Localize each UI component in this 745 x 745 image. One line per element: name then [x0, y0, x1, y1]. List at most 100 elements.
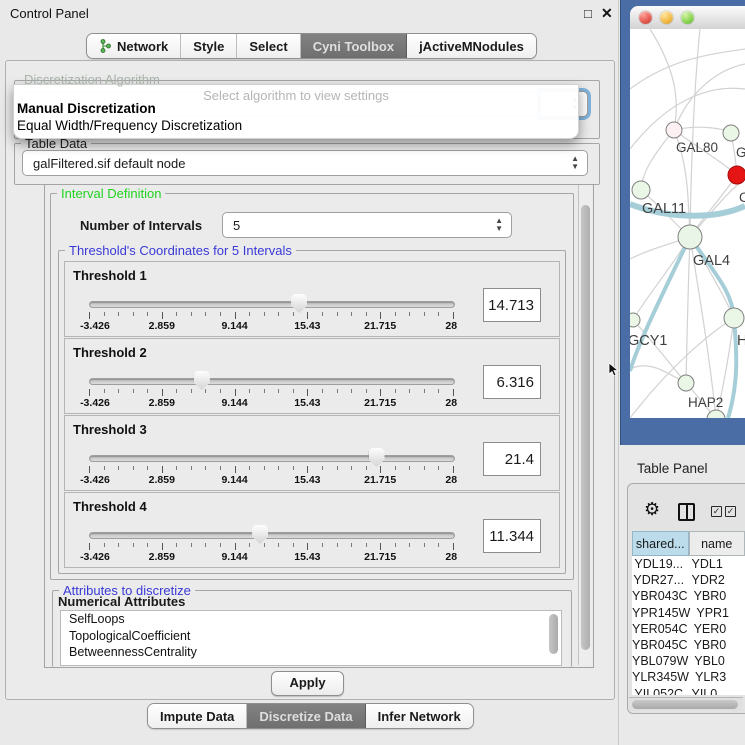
column-layout-icon[interactable]	[678, 503, 695, 521]
cell-shared-name[interactable]: YPR145W	[632, 606, 690, 620]
table-row[interactable]: YER054CYER0	[632, 621, 745, 637]
cell-shared-name[interactable]: YIL052C	[632, 687, 686, 695]
column-header-name[interactable]: name	[689, 531, 745, 556]
list-item[interactable]: BetweennessCentrality	[61, 644, 561, 661]
node-gal4[interactable]	[678, 225, 702, 249]
tick-mark	[235, 466, 236, 473]
slider-thumb[interactable]	[291, 294, 307, 313]
cell-name[interactable]: YDL1	[686, 557, 745, 571]
close-icon[interactable]: ✕	[601, 5, 613, 22]
scrollbar-thumb[interactable]	[581, 205, 590, 650]
cell-name[interactable]: YBR0	[688, 638, 745, 652]
table-row[interactable]: YBL079WYBL0	[632, 653, 745, 669]
tick-mark	[278, 389, 279, 393]
node-gal80[interactable]	[666, 122, 682, 138]
list-item[interactable]: SelfLoops	[61, 611, 561, 628]
tab-select[interactable]: Select	[237, 34, 300, 58]
cell-shared-name[interactable]: YER054C	[632, 622, 688, 636]
cell-name[interactable]: YER0	[688, 622, 745, 636]
cell-name[interactable]: YBR0	[688, 589, 745, 603]
scale-tick-label: 21.715	[364, 320, 396, 332]
node-red-selected[interactable]	[728, 166, 745, 184]
tab-discretize-data[interactable]: Discretize Data	[247, 704, 365, 728]
tab-style[interactable]: Style	[181, 34, 237, 58]
zoom-traffic-light-icon[interactable]	[681, 11, 694, 24]
node-partial-top[interactable]	[723, 125, 739, 141]
threshold-3-panel: Threshold 3 -3.4262.8599.14415.4321.7152…	[64, 415, 560, 491]
tab-network[interactable]: Network	[87, 34, 181, 58]
slider-thumb[interactable]	[252, 525, 268, 544]
threshold-1-slider[interactable]: -3.4262.8599.14415.4321.71528	[89, 292, 453, 332]
control-panel-tabbar: Network Style Select Cyni Toolbox jActiv…	[86, 33, 537, 59]
threshold-4-value-field[interactable]: 11.344	[483, 519, 541, 553]
apply-button[interactable]: Apply	[271, 671, 344, 696]
cell-shared-name[interactable]: YBL079W	[632, 654, 688, 668]
gear-icon[interactable]: ⚙	[644, 499, 660, 520]
scale-tick-label: 21.715	[364, 397, 396, 409]
threshold-2-value-field[interactable]: 6.316	[483, 365, 541, 399]
slider-track[interactable]	[89, 301, 455, 308]
cell-name[interactable]: YLR3	[689, 670, 745, 684]
slider-thumb[interactable]	[194, 371, 210, 390]
slider-track[interactable]	[89, 455, 455, 462]
vertical-scrollbar[interactable]	[578, 185, 592, 665]
cell-shared-name[interactable]: YBR043C	[632, 589, 688, 603]
tab-cyni-toolbox[interactable]: Cyni Toolbox	[301, 34, 407, 58]
table-row[interactable]: YDR27...YDR2	[632, 572, 745, 588]
threshold-4-slider[interactable]: -3.4262.8599.14415.4321.71528	[89, 523, 453, 563]
tab-impute-data[interactable]: Impute Data	[148, 704, 247, 728]
scale-tick-label: 15.43	[294, 397, 320, 409]
tab-infer-network[interactable]: Infer Network	[366, 704, 473, 728]
spinner-arrows-icon: ▲▼	[495, 217, 503, 233]
network-view-canvas[interactable]: GAL80 GA C GAL11 GAL4 GCY1 H HAP2	[630, 29, 745, 418]
table-row[interactable]: YIL052CYIL0	[632, 686, 745, 696]
node-gcy1[interactable]	[630, 313, 640, 327]
table-row[interactable]: YDL19...YDL1	[632, 556, 745, 572]
threshold-1-value-field[interactable]: 14.713	[483, 288, 541, 322]
node-h[interactable]	[724, 308, 744, 328]
scale-tick-label: 2.859	[149, 474, 175, 486]
minimize-traffic-light-icon[interactable]	[660, 11, 673, 24]
tick-mark	[176, 312, 177, 316]
cell-name[interactable]: YBL0	[688, 654, 745, 668]
tab-jactivemnodules[interactable]: jActiveMNodules	[407, 34, 536, 58]
tick-mark	[89, 466, 90, 473]
threshold-2-slider[interactable]: -3.4262.8599.14415.4321.71528	[89, 369, 453, 409]
numerical-attributes-list[interactable]: SelfLoops TopologicalCoefficient Between…	[60, 610, 562, 666]
cell-shared-name[interactable]: YLR345W	[632, 670, 689, 684]
threshold-3-slider[interactable]: -3.4262.8599.14415.4321.71528	[89, 446, 453, 486]
cell-shared-name[interactable]: YDL19...	[632, 557, 686, 571]
network-nodes[interactable]	[630, 122, 745, 418]
column-header-shared[interactable]: shared...	[632, 531, 689, 556]
close-traffic-light-icon[interactable]	[639, 11, 652, 24]
popup-item-manual-discretization[interactable]: Manual Discretization	[17, 101, 156, 116]
popup-item-equal-width[interactable]: Equal Width/Frequency Discretization	[17, 118, 242, 133]
horizontal-scrollbar[interactable]	[629, 697, 743, 711]
threshold-3-value-field[interactable]: 21.4	[483, 442, 541, 476]
slider-track[interactable]	[89, 378, 455, 385]
cell-name[interactable]: YIL0	[686, 687, 745, 695]
list-scrollbar-thumb[interactable]	[549, 614, 558, 654]
tick-mark	[366, 466, 367, 470]
table-data-combobox[interactable]: galFiltered.sif default node ▲▼	[22, 150, 588, 176]
checkbox-icon[interactable]: ✓	[711, 506, 722, 517]
table-row[interactable]: YLR345WYLR3	[632, 669, 745, 685]
cell-name[interactable]: YDR2	[686, 573, 745, 587]
tick-mark	[191, 543, 192, 547]
checkbox-icon[interactable]: ✓	[725, 506, 736, 517]
slider-thumb[interactable]	[369, 448, 385, 467]
number-of-intervals-spinner[interactable]: 5 ▲▼	[222, 212, 512, 238]
slider-track[interactable]	[89, 532, 455, 539]
table-row[interactable]: YBR043CYBR0	[632, 588, 745, 604]
cell-shared-name[interactable]: YDR27...	[632, 573, 686, 587]
table-row[interactable]: YBR045CYBR0	[632, 637, 745, 653]
cell-shared-name[interactable]: YBR045C	[632, 638, 688, 652]
node-gal11[interactable]	[632, 181, 650, 199]
table-row[interactable]: YPR145WYPR1	[632, 605, 745, 621]
scrollbar-thumb[interactable]	[632, 700, 738, 709]
list-item[interactable]: TopologicalCoefficient	[61, 628, 561, 645]
float-window-icon[interactable]: □	[584, 6, 592, 21]
node-hap2[interactable]	[678, 375, 694, 391]
cell-name[interactable]: YPR1	[690, 606, 745, 620]
network-window-titlebar[interactable]	[630, 6, 745, 30]
